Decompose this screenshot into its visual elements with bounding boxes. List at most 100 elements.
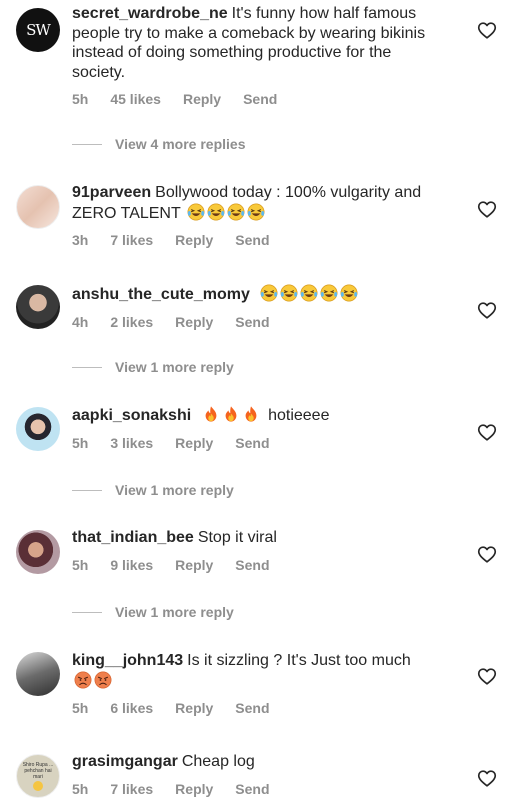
view-replies-button[interactable]: View 4 more replies <box>72 134 245 154</box>
comment-text-line: grasimgangar Cheap log <box>72 752 432 772</box>
replies-divider <box>72 366 102 368</box>
view-replies-label: View 4 more replies <box>115 136 246 152</box>
comment-time: 5h <box>72 556 89 573</box>
reply-button[interactable]: Reply <box>175 557 213 573</box>
heart-icon[interactable] <box>476 299 498 321</box>
laughing-tears-emoji <box>227 203 245 221</box>
comment-username[interactable]: secret_wardrobe_ne <box>72 5 228 22</box>
replies-divider <box>72 143 102 145</box>
comment-time: 5h <box>72 434 89 451</box>
comment-text-line: 91parveen Bollywood today : 100% vulgarit… <box>72 183 432 223</box>
emoji-group <box>258 284 358 303</box>
comment-meta: 3h 7 likes Reply Send <box>72 232 432 248</box>
angry-face-emoji <box>94 671 112 689</box>
comment-text-line: anshu_the_cute_momy <box>72 284 432 305</box>
avatar[interactable] <box>16 652 60 696</box>
reply-button[interactable]: Reply <box>175 781 213 797</box>
comment-username[interactable]: king__john143 <box>72 652 183 669</box>
heart-icon[interactable] <box>476 767 498 789</box>
view-replies-button[interactable]: View 1 more reply <box>72 357 234 377</box>
comment-time: 4h <box>72 313 89 330</box>
view-replies-label: View 1 more reply <box>115 482 234 498</box>
send-button[interactable]: Send <box>235 314 269 330</box>
avatar[interactable] <box>16 407 60 451</box>
view-replies-button[interactable]: View 1 more reply <box>72 602 234 622</box>
laughing-tears-emoji <box>300 284 318 302</box>
reply-button[interactable]: Reply <box>175 232 213 248</box>
emoji-group <box>72 671 112 690</box>
comment-username[interactable]: aapki_sonakshi <box>72 407 191 424</box>
comment-text-line: king__john143 Is it sizzling ? It's Just … <box>72 651 432 691</box>
send-button[interactable]: Send <box>243 91 277 107</box>
comment-time: 5h <box>72 700 89 716</box>
laughing-tears-emoji <box>280 284 298 302</box>
comment-text-line: that_indian_bee Stop it viral <box>72 528 432 548</box>
likes-count[interactable]: 2 likes <box>110 314 153 330</box>
avatar[interactable]: SW <box>16 8 60 52</box>
comment-time: 5h <box>72 780 89 797</box>
comment-meta: 5h 6 likes Reply Send <box>72 700 432 716</box>
fire-emoji <box>222 405 240 423</box>
comment-text: Cheap log <box>181 753 255 770</box>
fire-emoji <box>242 405 260 423</box>
send-button[interactable]: Send <box>235 557 269 573</box>
replies-divider <box>72 489 102 491</box>
avatar[interactable]: Shiro Rupa ... pehchan hai mari <box>16 754 60 798</box>
comment-meta: 5h 9 likes Reply Send <box>72 557 432 573</box>
comment-text-line: secret_wardrobe_ne It's funny how half fa… <box>72 4 432 82</box>
comment-username[interactable]: grasimgangar <box>72 753 178 770</box>
likes-count[interactable]: 7 likes <box>110 232 153 248</box>
send-button[interactable]: Send <box>235 435 269 451</box>
comment-username[interactable]: anshu_the_cute_momy <box>72 286 250 303</box>
likes-count[interactable]: 3 likes <box>110 435 153 451</box>
laughing-tears-emoji <box>187 203 205 221</box>
comment-username[interactable]: that_indian_bee <box>72 529 194 546</box>
comment-time: 3h <box>72 232 89 248</box>
reply-button[interactable]: Reply <box>175 314 213 330</box>
avatar-image-text: Shiro Rupa ... pehchan hai mari <box>22 761 54 780</box>
comment-text: Stop it viral <box>197 529 277 546</box>
avatar[interactable] <box>16 530 60 574</box>
laughing-tears-emoji <box>260 284 278 302</box>
send-button[interactable]: Send <box>235 700 269 716</box>
laughing-tears-emoji <box>247 203 265 221</box>
laughing-tears-emoji <box>340 284 358 302</box>
avatar-logo-text: SW <box>26 21 51 39</box>
comment-meta: 5h 7 likes Reply Send <box>72 781 432 797</box>
view-replies-button[interactable]: View 1 more reply <box>72 480 234 500</box>
reply-button[interactable]: Reply <box>175 435 213 451</box>
fire-emoji <box>202 405 220 423</box>
comment-text: hotieeee <box>268 407 330 424</box>
heart-icon[interactable] <box>476 198 498 220</box>
avatar[interactable] <box>16 185 60 229</box>
angry-face-emoji <box>74 671 92 689</box>
likes-count[interactable]: 6 likes <box>110 700 153 716</box>
reply-button[interactable]: Reply <box>183 91 221 107</box>
reply-button[interactable]: Reply <box>175 700 213 716</box>
send-button[interactable]: Send <box>235 781 269 797</box>
comment-meta: 5h 3 likes Reply Send <box>72 435 432 451</box>
comment-meta: 5h 45 likes Reply Send <box>72 91 432 107</box>
comment-text-line: aapki_sonakshi hotieeee <box>72 405 432 426</box>
comment-username[interactable]: 91parveen <box>72 184 151 201</box>
heart-icon[interactable] <box>476 543 498 565</box>
laughing-tears-emoji <box>320 284 338 302</box>
likes-count[interactable]: 45 likes <box>110 91 161 107</box>
likes-count[interactable]: 7 likes <box>110 781 153 797</box>
send-button[interactable]: Send <box>235 232 269 248</box>
emoji-group <box>200 405 264 424</box>
avatar[interactable] <box>16 285 60 329</box>
comment-meta: 4h 2 likes Reply Send <box>72 314 432 330</box>
comment-time: 5h <box>72 91 89 107</box>
likes-count[interactable]: 9 likes <box>110 557 153 573</box>
laughing-tears-emoji <box>207 203 225 221</box>
comments-feed: SW secret_wardrobe_ne It's funny how half… <box>0 0 525 804</box>
view-replies-label: View 1 more reply <box>115 359 234 375</box>
comment-text: Is it sizzling ? It's Just too much <box>187 652 411 669</box>
emoji-group <box>185 203 265 222</box>
heart-icon[interactable] <box>476 19 498 41</box>
heart-icon[interactable] <box>476 421 498 443</box>
view-replies-label: View 1 more reply <box>115 604 234 620</box>
heart-icon[interactable] <box>476 665 498 687</box>
replies-divider <box>72 611 102 613</box>
